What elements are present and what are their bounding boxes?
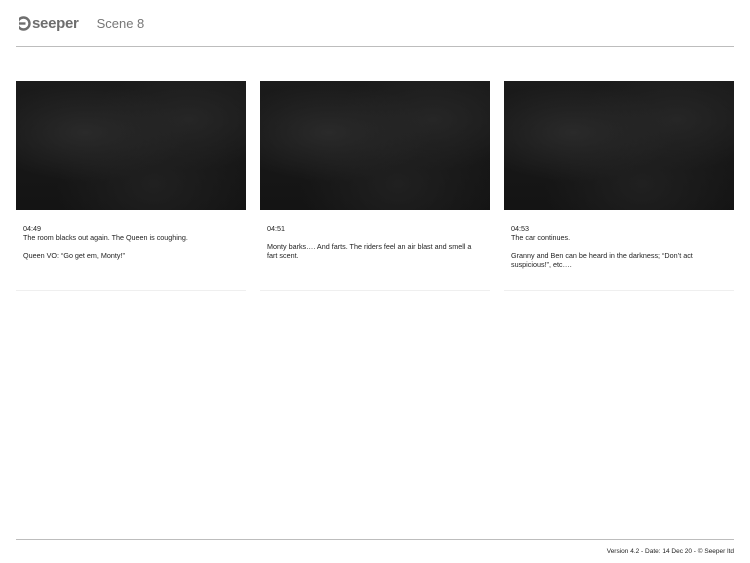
page-header: seeper Scene 8	[16, 12, 144, 34]
frame-timecode: 04:49	[23, 224, 41, 233]
frame-image	[260, 81, 490, 210]
version-footer: Version 4.2 - Date: 14 Dec 20 - © Seeper…	[606, 548, 734, 555]
frame-image	[504, 81, 734, 210]
frame-dialogue: Granny and Ben can be heard in the darkn…	[511, 251, 693, 269]
header-divider	[16, 46, 734, 47]
footer-divider	[16, 539, 734, 540]
storyboard-frame: 04:49 The room blacks out again. The Que…	[16, 81, 246, 291]
storyboard-frames: 04:49 The room blacks out again. The Que…	[16, 81, 734, 291]
frame-caption: 04:51 Monty barks…. And farts. The rider…	[260, 210, 490, 260]
frame-dialogue: Queen VO: “Go get em, Monty!”	[23, 251, 125, 260]
seeper-logo-icon	[16, 15, 31, 31]
frame-caption: 04:49 The room blacks out again. The Que…	[16, 210, 246, 260]
storyboard-frame: 04:51 Monty barks…. And farts. The rider…	[260, 81, 490, 291]
frame-description: Monty barks…. And farts. The riders feel…	[267, 242, 472, 260]
frame-caption: 04:53 The car continues. Granny and Ben …	[504, 210, 734, 269]
logo-text: seeper	[32, 14, 79, 32]
storyboard-frame: 04:53 The car continues. Granny and Ben …	[504, 81, 734, 291]
frame-timecode: 04:51	[267, 224, 285, 233]
frame-timecode: 04:53	[511, 224, 529, 233]
frame-image	[16, 81, 246, 210]
seeper-logo: seeper	[16, 15, 79, 32]
frame-description: The room blacks out again. The Queen is …	[23, 233, 188, 242]
frame-description: The car continues.	[511, 233, 571, 242]
scene-title: Scene 8	[96, 15, 145, 31]
